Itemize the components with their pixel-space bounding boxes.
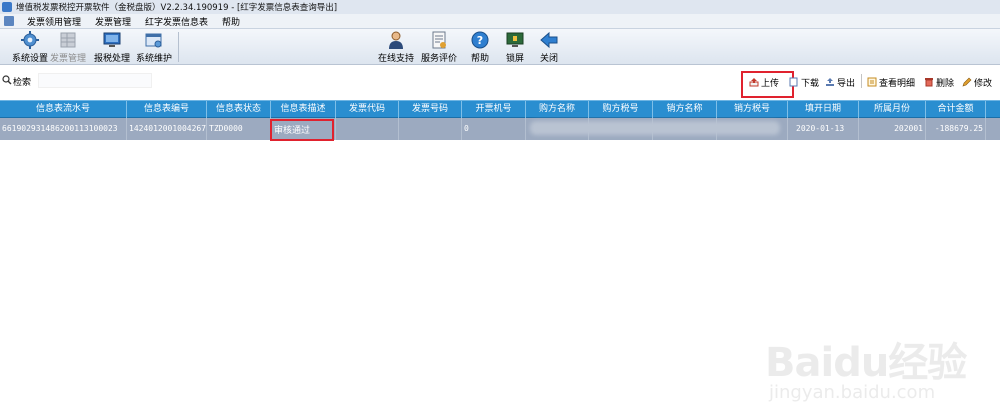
gear-icon (21, 31, 39, 49)
main-toolbar: 系统设置 发票管理 报税处理 系统维护 在线支持 服务评价 ? 帮助 锁屏 关闭 (0, 29, 1000, 65)
view-detail-label: 查看明细 (879, 78, 916, 89)
col-seller-name-header[interactable]: 销方名称 (653, 101, 717, 118)
col-month-header[interactable]: 所属月份 (859, 101, 926, 118)
cell-machine-no: 0 (462, 118, 526, 140)
close-label: 关闭 (539, 54, 558, 64)
download-icon (789, 77, 798, 87)
col-buyer-tax-id-header[interactable]: 购方税号 (589, 101, 653, 118)
system-maintenance-label: 系统维护 (135, 54, 172, 64)
help-label: 帮助 (470, 54, 489, 64)
lock-screen-label: 锁屏 (505, 54, 524, 64)
menu-bar: 发票领用管理 发票管理 红字发票信息表 帮助 (0, 14, 1000, 29)
cell-month: 202001 (859, 118, 926, 140)
service-rating-label: 服务评价 (420, 54, 457, 64)
menu-red-invoice-info[interactable]: 红字发票信息表 (138, 15, 215, 28)
cell-status: TZD0000 (207, 118, 271, 140)
person-icon (389, 31, 403, 49)
actions-separator (861, 74, 862, 88)
cell-invoice-code (336, 118, 399, 140)
upload-highlight (741, 71, 794, 98)
system-settings-button[interactable]: 系统设置 (6, 30, 54, 64)
search-label: 检索 (13, 78, 32, 88)
document-rating-icon (432, 31, 446, 49)
col-machine-no-header[interactable]: 开票机号 (462, 101, 526, 118)
detail-icon (867, 77, 877, 87)
col-total-header[interactable]: 合计金额 (926, 101, 986, 118)
table-row[interactable]: 661902931486200113100023 142401200100426… (0, 118, 1000, 140)
export-label: 导出 (837, 78, 856, 89)
download-button[interactable]: 下载 (789, 76, 820, 89)
modify-label: 修改 (974, 78, 993, 89)
cell-serial: 661902931486200113100023 (0, 118, 127, 140)
download-label: 下载 (801, 78, 820, 89)
watermark-logo: Baidu经验 (765, 340, 967, 386)
col-invoice-code-header[interactable]: 发票代码 (336, 101, 399, 118)
modify-button[interactable]: 修改 (962, 76, 993, 89)
lock-screen-button[interactable]: 锁屏 (502, 30, 528, 64)
close-button[interactable]: 关闭 (536, 30, 562, 64)
search-icon (2, 75, 12, 85)
system-settings-label: 系统设置 (11, 54, 48, 64)
back-arrow-icon (540, 31, 558, 49)
system-maintenance-button[interactable]: 系统维护 (134, 30, 174, 64)
svg-text:?: ? (477, 34, 483, 47)
col-buyer-name-header[interactable]: 购方名称 (526, 101, 589, 118)
col-date-header[interactable]: 填开日期 (788, 101, 859, 118)
online-support-label: 在线支持 (377, 54, 414, 64)
cell-total: -188679.25 (926, 118, 986, 140)
tax-report-button[interactable]: 报税处理 (92, 30, 132, 64)
help-button[interactable]: ? 帮助 (466, 30, 494, 64)
toolbar-separator (178, 32, 179, 62)
description-highlight (270, 119, 334, 141)
invoice-management-label: 发票管理 (49, 54, 86, 64)
col-serial-header[interactable]: 信息表流水号 (0, 101, 127, 118)
help-icon: ? (471, 31, 489, 49)
export-icon (826, 78, 834, 86)
trash-icon (925, 78, 933, 87)
window-tools-icon (145, 33, 162, 48)
app-icon (2, 2, 12, 12)
menu-invoice-management[interactable]: 发票管理 (88, 15, 138, 28)
title-bar: 增值税发票税控开票软件（金税盘版）V2.2.34.190919 - [红字发票信… (0, 0, 1000, 14)
system-menu-icon[interactable] (4, 16, 14, 26)
col-invoice-number-header[interactable]: 发票号码 (399, 101, 462, 118)
tax-report-label: 报税处理 (93, 54, 130, 64)
menu-help[interactable]: 帮助 (215, 15, 247, 28)
redacted-region (530, 121, 780, 135)
pencil-icon (962, 77, 972, 87)
window-title: 增值税发票税控开票软件（金税盘版）V2.2.34.190919 - [红字发票信… (16, 3, 338, 13)
watermark-url: jingyan.baidu.com (769, 382, 936, 403)
col-status-header[interactable]: 信息表状态 (207, 101, 271, 118)
delete-label: 删除 (936, 78, 955, 89)
export-button[interactable]: 导出 (825, 76, 856, 89)
invoice-management-button[interactable]: 发票管理 (48, 30, 88, 64)
lock-monitor-icon (506, 32, 524, 47)
cell-date: 2020-01-13 (788, 118, 859, 140)
col-description-header[interactable]: 信息表描述 (271, 101, 336, 118)
menu-invoice-supply[interactable]: 发票领用管理 (20, 15, 88, 28)
search-input[interactable] (38, 73, 152, 88)
invoice-grid-icon (60, 32, 76, 48)
view-detail-button[interactable]: 查看明细 (867, 76, 916, 89)
monitor-icon (103, 32, 121, 47)
cell-invoice-number (399, 118, 462, 140)
col-number-header[interactable]: 信息表编号 (127, 101, 207, 118)
table-header: 信息表流水号 信息表编号 信息表状态 信息表描述 发票代码 发票号码 开票机号 … (0, 100, 1000, 118)
delete-button[interactable]: 删除 (924, 76, 955, 89)
service-rating-button[interactable]: 服务评价 (420, 30, 458, 64)
baidu-watermark: Baidu经验 jingyan.baidu.com (765, 330, 990, 410)
cell-number: 1424012001004267 (127, 118, 207, 140)
online-support-button[interactable]: 在线支持 (377, 30, 415, 64)
col-seller-tax-id-header[interactable]: 销方税号 (717, 101, 788, 118)
